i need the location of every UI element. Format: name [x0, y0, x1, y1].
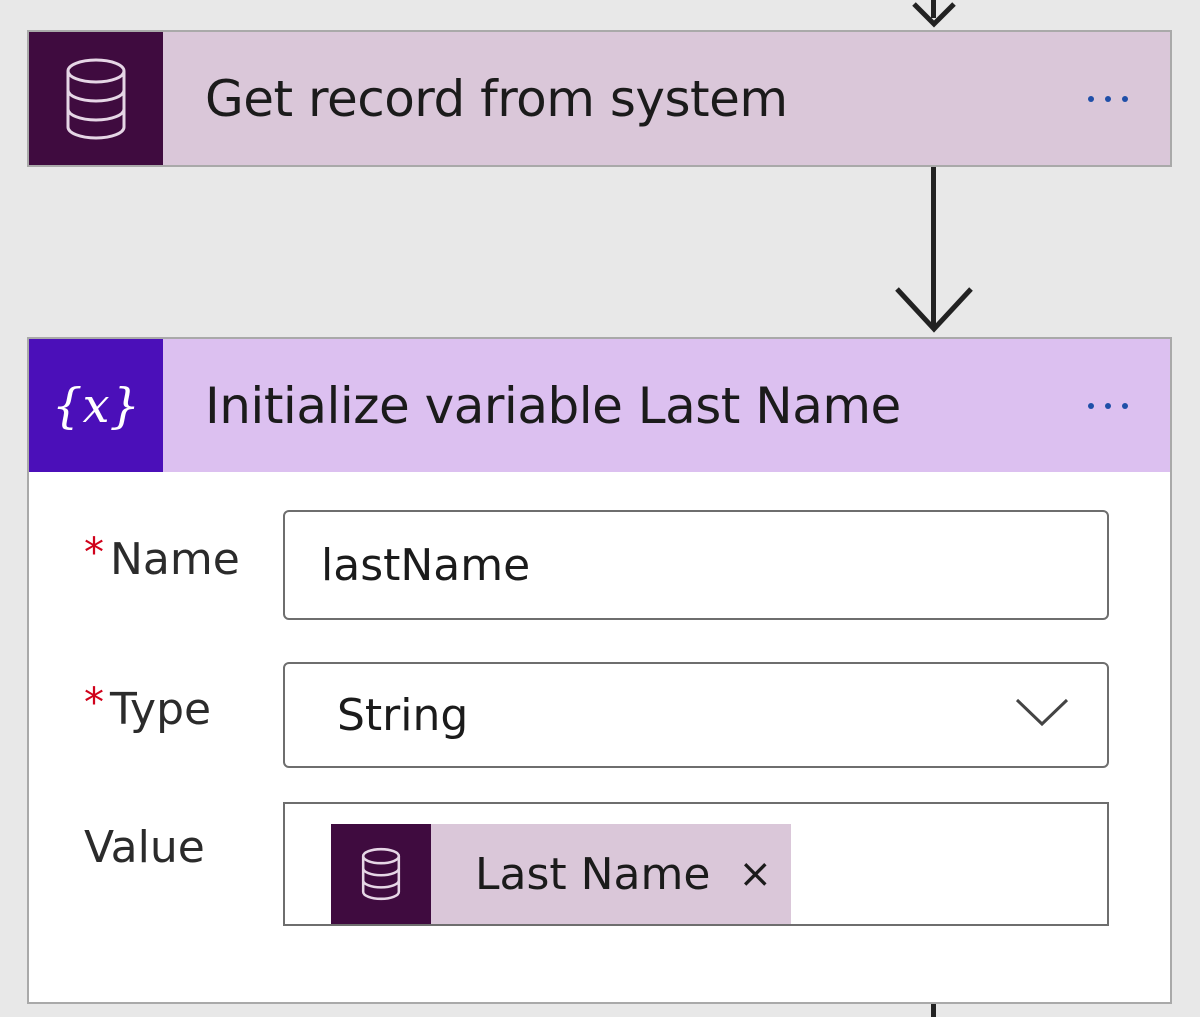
connector-arrowhead: [895, 287, 973, 333]
required-asterisk: *: [84, 680, 104, 726]
name-field[interactable]: lastName: [283, 510, 1109, 620]
database-icon: [29, 32, 163, 165]
type-select[interactable]: String: [283, 662, 1109, 768]
action-card-get-record[interactable]: Get record from system: [27, 30, 1172, 167]
card-title: Get record from system: [205, 69, 788, 128]
database-icon: [331, 824, 431, 924]
card-body: * Name lastName * Type String Value Last…: [29, 472, 1170, 1000]
close-icon[interactable]: ×: [738, 854, 772, 894]
action-card-initialize-variable[interactable]: {x} Initialize variable Last Name * Name …: [27, 337, 1172, 1004]
value-label-text: Value: [84, 822, 205, 873]
variable-icon-glyph: {x}: [51, 377, 141, 434]
name-field-value: lastName: [321, 539, 531, 591]
type-label-text: Type: [110, 684, 212, 735]
bottom-connector-line: [931, 1004, 936, 1017]
more-options-icon[interactable]: [1082, 397, 1134, 415]
top-connector-arrowhead: [912, 2, 956, 28]
name-label-text: Name: [110, 534, 240, 585]
type-label: * Type: [84, 680, 212, 735]
card-title: Initialize variable Last Name: [205, 376, 901, 435]
value-label: Value: [84, 822, 205, 873]
value-field[interactable]: Last Name ×: [283, 802, 1109, 926]
more-options-icon[interactable]: [1082, 90, 1134, 108]
card-header[interactable]: {x} Initialize variable Last Name: [29, 339, 1170, 472]
chevron-down-icon[interactable]: [1015, 697, 1069, 727]
card-header[interactable]: Get record from system: [29, 32, 1170, 165]
token-label: Last Name: [475, 848, 711, 900]
type-select-value: String: [337, 689, 469, 741]
name-label: * Name: [84, 530, 240, 585]
variable-icon: {x}: [29, 339, 163, 472]
dynamic-content-token[interactable]: Last Name ×: [331, 824, 791, 924]
required-asterisk: *: [84, 530, 104, 576]
